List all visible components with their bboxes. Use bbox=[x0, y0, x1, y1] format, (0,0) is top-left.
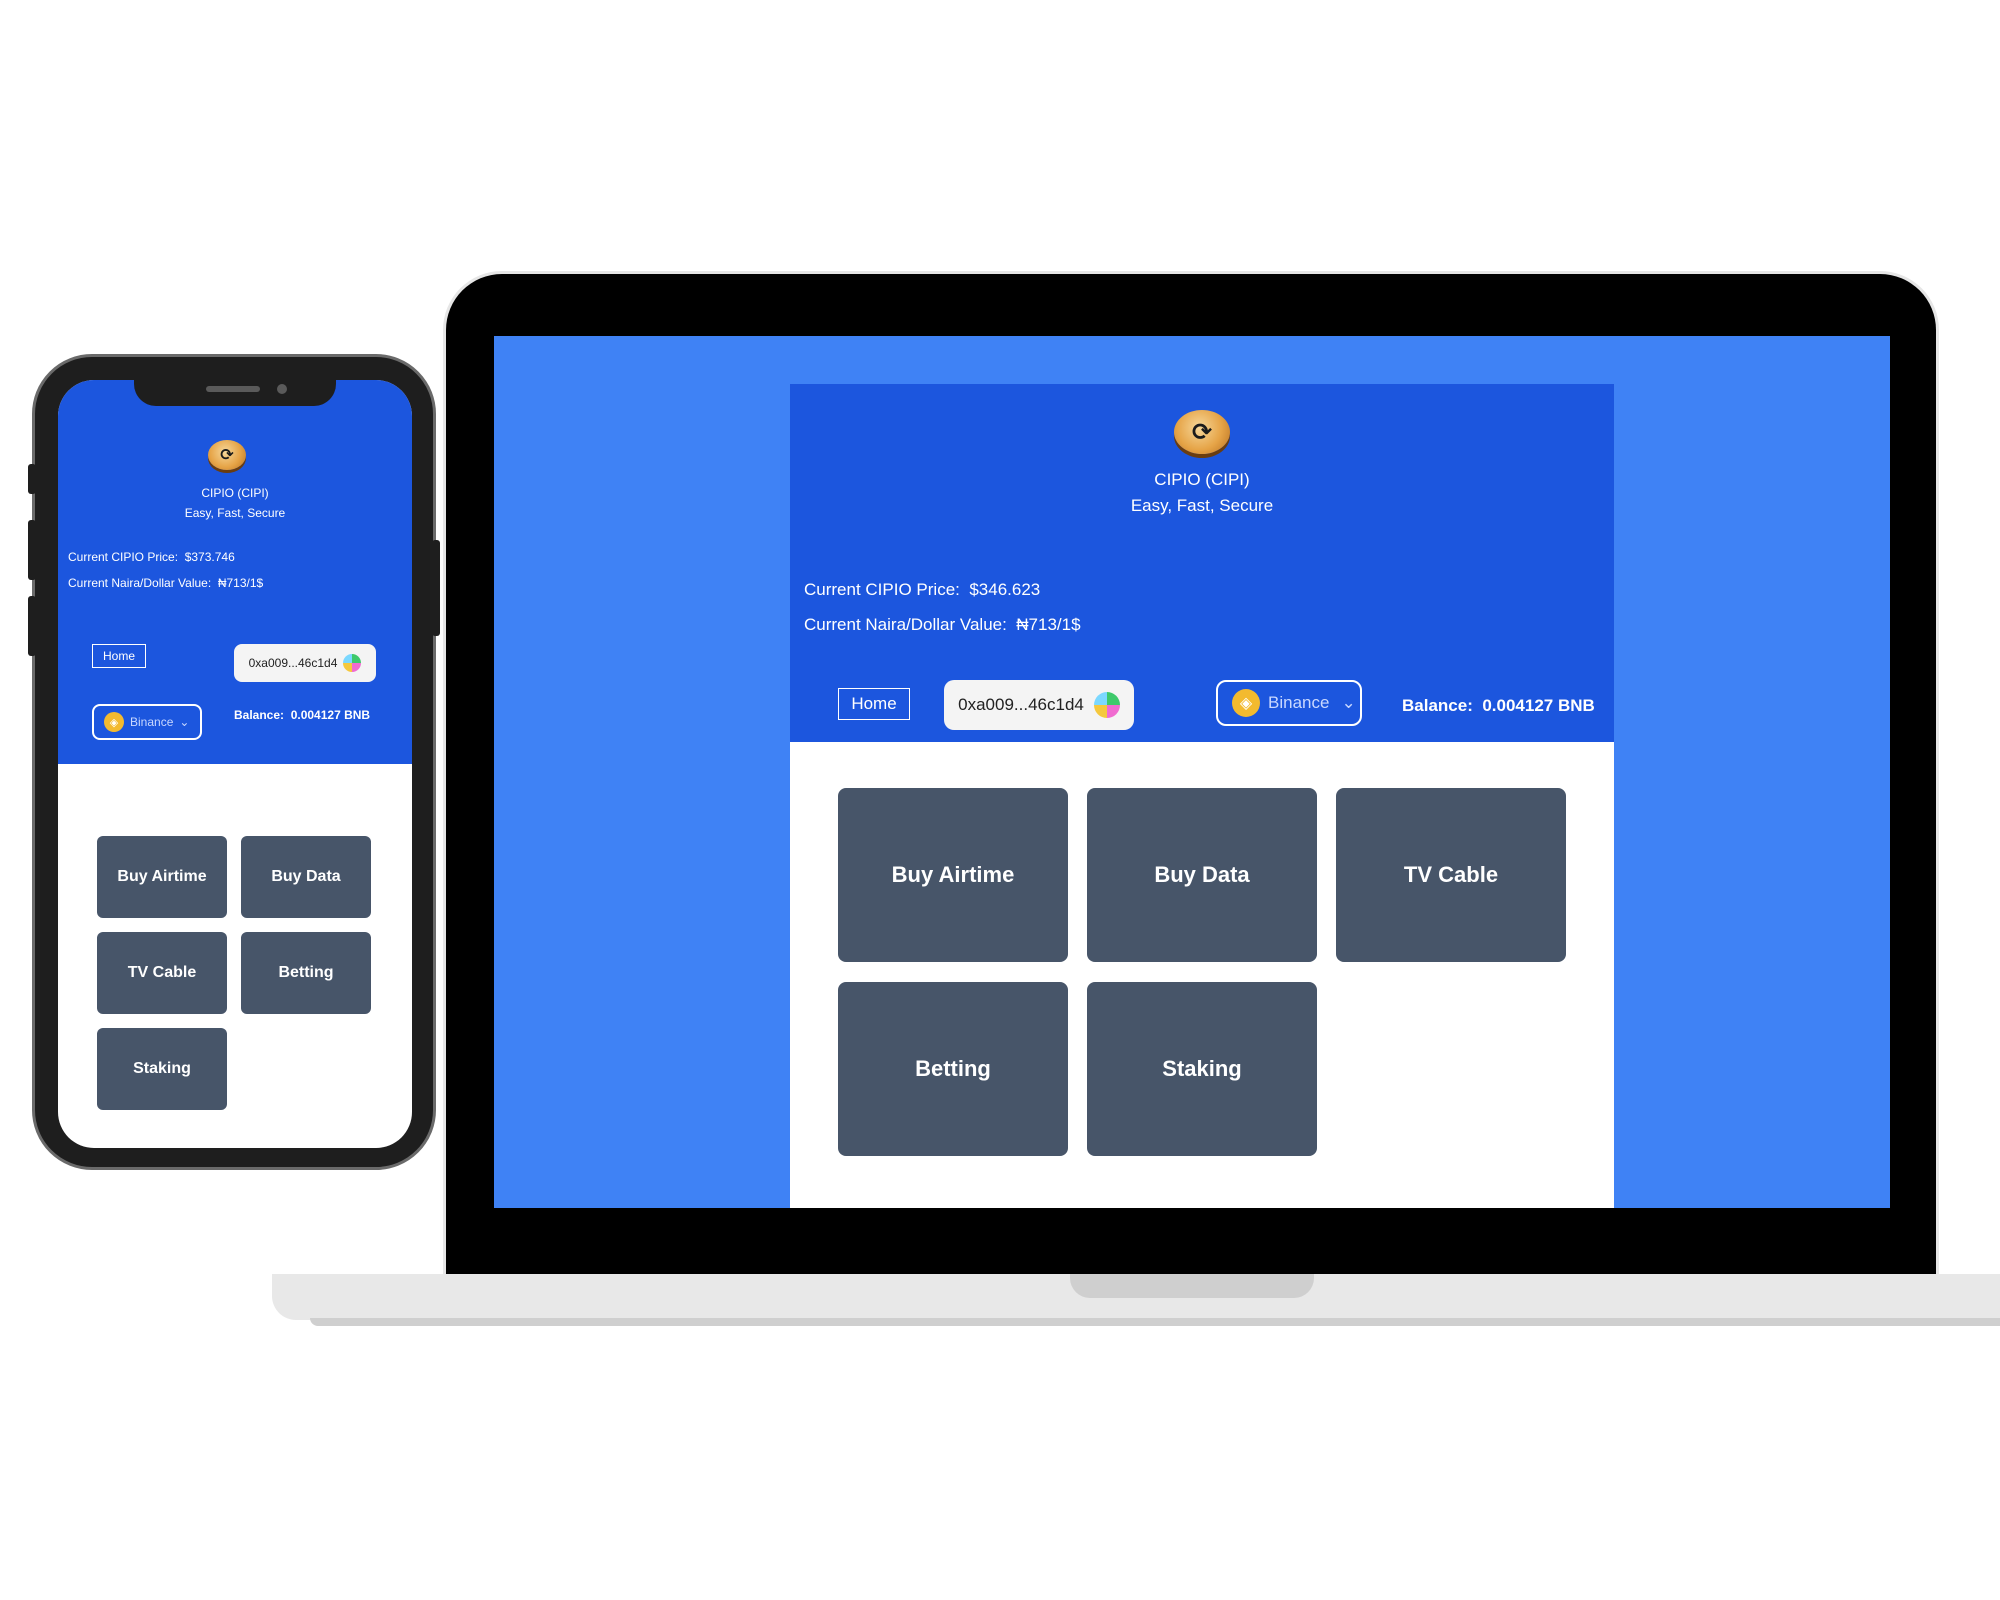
balance-value: 0.004127 BNB bbox=[1482, 696, 1595, 715]
phone-screen: ⟳ CIPIO (CIPI) Easy, Fast, Secure Curren… bbox=[58, 380, 412, 1148]
naira-readout: Current Naira/Dollar Value: ₦713/1$ bbox=[804, 615, 1081, 635]
betting-button[interactable]: Betting bbox=[838, 982, 1068, 1156]
betting-button[interactable]: Betting bbox=[241, 932, 371, 1014]
brand-title: CIPIO (CIPI) bbox=[1154, 470, 1250, 489]
staking-button[interactable]: Staking bbox=[1087, 982, 1317, 1156]
home-button[interactable]: Home bbox=[92, 644, 146, 668]
wallet-avatar-icon bbox=[1093, 692, 1120, 718]
tv-cable-button[interactable]: TV Cable bbox=[1336, 788, 1566, 962]
balance-readout: Balance: 0.004127 BNB bbox=[1402, 696, 1595, 716]
cipio-logo-icon: ⟳ bbox=[208, 440, 246, 470]
wallet-button[interactable]: 0xa009...46c1d4 bbox=[234, 644, 376, 682]
price-label: Current CIPIO Price: bbox=[804, 580, 960, 599]
price-value: $373.746 bbox=[184, 550, 235, 564]
phone-power-button bbox=[432, 540, 440, 636]
bnb-icon: ◈ bbox=[104, 712, 124, 732]
balance-value: 0.004127 BNB bbox=[290, 708, 371, 722]
naira-label: Current Naira/Dollar Value: bbox=[804, 615, 1007, 634]
price-value: $346.623 bbox=[969, 580, 1041, 599]
wallet-button[interactable]: 0xa009...46c1d4 bbox=[944, 680, 1134, 730]
brand-tagline: Easy, Fast, Secure bbox=[184, 506, 286, 520]
phone-volume-up bbox=[28, 520, 36, 580]
app-header: ⟳ CIPIO (CIPI) Easy, Fast, Secure Curren… bbox=[790, 384, 1614, 742]
mobile-app-header: ⟳ CIPIO (CIPI) Easy, Fast, Secure Curren… bbox=[58, 380, 412, 764]
wallet-avatar-icon bbox=[343, 654, 362, 672]
wallet-address: 0xa009...46c1d4 bbox=[248, 656, 338, 670]
network-label: Binance bbox=[130, 715, 174, 729]
buy-airtime-button[interactable]: Buy Airtime bbox=[838, 788, 1068, 962]
balance-label: Balance: bbox=[1402, 696, 1473, 715]
network-selector[interactable]: ◈ Binance ⌄ bbox=[92, 704, 202, 740]
phone-speaker bbox=[206, 386, 260, 392]
brand-tagline: Easy, Fast, Secure bbox=[1130, 496, 1274, 515]
network-selector[interactable]: ◈ Binance ⌄ bbox=[1216, 680, 1362, 726]
price-readout: Current CIPIO Price: $346.623 bbox=[804, 580, 1040, 600]
laptop-hinge-notch bbox=[1070, 1274, 1314, 1298]
tv-cable-button[interactable]: TV Cable bbox=[97, 932, 227, 1014]
balance-label: Balance: bbox=[234, 708, 285, 722]
chevron-down-icon: ⌄ bbox=[1341, 693, 1356, 712]
app-panel: ⟳ CIPIO (CIPI) Easy, Fast, Secure Curren… bbox=[790, 384, 1614, 1208]
buy-data-button[interactable]: Buy Data bbox=[241, 836, 371, 918]
phone-mute-switch bbox=[28, 464, 36, 494]
price-label: Current CIPIO Price: bbox=[68, 550, 179, 564]
network-label: Binance bbox=[1268, 693, 1330, 712]
buy-data-button[interactable]: Buy Data bbox=[1087, 788, 1317, 962]
home-button[interactable]: Home bbox=[838, 688, 910, 720]
staking-button[interactable]: Staking bbox=[97, 1028, 227, 1110]
phone-camera bbox=[277, 384, 287, 394]
price-readout: Current CIPIO Price: $373.746 bbox=[68, 550, 235, 564]
laptop-screen: ⟳ CIPIO (CIPI) Easy, Fast, Secure Curren… bbox=[494, 336, 1890, 1208]
naira-value: ₦713/1$ bbox=[217, 576, 264, 590]
brand-title: CIPIO (CIPI) bbox=[201, 486, 269, 500]
naira-readout: Current Naira/Dollar Value: ₦713/1$ bbox=[68, 576, 263, 590]
bnb-icon: ◈ bbox=[1232, 689, 1260, 717]
wallet-address: 0xa009...46c1d4 bbox=[958, 695, 1084, 714]
balance-readout: Balance: 0.004127 BNB bbox=[234, 708, 370, 722]
chevron-down-icon: ⌄ bbox=[179, 715, 190, 729]
naira-label: Current Naira/Dollar Value: bbox=[68, 576, 212, 590]
phone-volume-down bbox=[28, 596, 36, 656]
cipio-logo-icon: ⟳ bbox=[1174, 410, 1230, 454]
laptop-base-shadow bbox=[310, 1318, 2000, 1326]
buy-airtime-button[interactable]: Buy Airtime bbox=[97, 836, 227, 918]
naira-value: ₦713/1$ bbox=[1016, 615, 1081, 634]
